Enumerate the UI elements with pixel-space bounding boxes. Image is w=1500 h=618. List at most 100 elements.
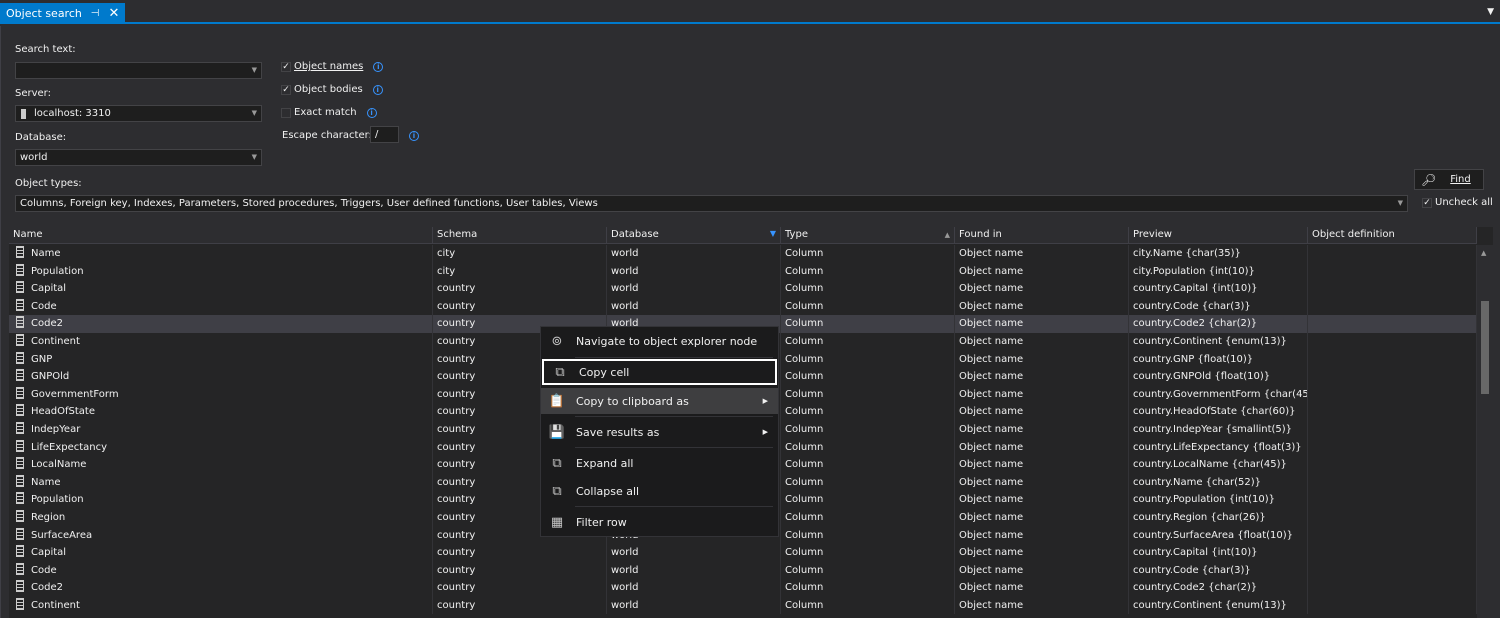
cell-found-in[interactable]: Object name — [955, 438, 1129, 457]
menu-item-expand-all[interactable]: ⧉ Expand all — [541, 450, 778, 476]
cell-preview[interactable]: country.Capital {int(10)} — [1129, 280, 1308, 298]
cell-name[interactable]: Code2 — [9, 579, 433, 597]
object-names-label[interactable]: Object names — [294, 61, 363, 72]
sort-ascending-icon[interactable]: ▲ — [945, 227, 950, 243]
cell-preview[interactable]: country.Population {int(10)} — [1129, 491, 1308, 509]
cell-preview[interactable]: city.Name {char(35)} — [1129, 245, 1308, 263]
info-icon[interactable]: i — [373, 61, 384, 72]
cell-preview[interactable]: country.Continent {enum(13)} — [1129, 596, 1308, 615]
cell-preview[interactable]: country.Code2 {char(2)} — [1129, 579, 1308, 597]
cell-preview[interactable]: country.Region {char(26)} — [1129, 508, 1308, 527]
exact-match-checkbox[interactable]: Exact match i — [281, 107, 377, 118]
cell-database[interactable]: world — [607, 561, 781, 580]
cell-name[interactable]: Capital — [9, 544, 433, 562]
cell-name[interactable]: HeadOfState — [9, 403, 433, 421]
cell-preview[interactable]: country.HeadOfState {char(60)} — [1129, 403, 1308, 421]
table-row[interactable]: Population city world Column Object name city… — [9, 262, 1477, 281]
column-header-preview[interactable]: Preview — [1129, 227, 1308, 244]
checkbox-box[interactable]: ✓ — [1422, 197, 1432, 208]
cell-type[interactable]: Column — [781, 245, 955, 263]
cell-type[interactable]: Column — [781, 315, 955, 333]
cell-object-definition[interactable] — [1308, 297, 1477, 316]
cell-database[interactable]: world — [607, 596, 781, 615]
column-header-database[interactable]: Database ▼ — [607, 227, 781, 244]
column-header-name[interactable]: Name — [9, 227, 433, 244]
info-icon[interactable]: i — [409, 131, 419, 141]
cell-preview[interactable]: country.SurfaceArea {float(10)} — [1129, 526, 1308, 545]
filter-icon[interactable]: ▼ — [770, 227, 776, 242]
cell-found-in[interactable]: Object name — [955, 579, 1129, 597]
cell-found-in[interactable]: Object name — [955, 473, 1129, 492]
checkbox-box[interactable]: ✓ — [281, 84, 291, 95]
cell-preview[interactable]: country.Code2 {char(2)} — [1129, 315, 1308, 333]
cell-name[interactable]: Code2 — [9, 315, 433, 333]
checkbox-box[interactable] — [281, 107, 291, 118]
cell-name[interactable]: Capital — [9, 280, 433, 298]
cell-object-definition[interactable] — [1308, 332, 1477, 351]
cell-name[interactable]: Continent — [9, 332, 433, 351]
cell-database[interactable]: world — [607, 297, 781, 316]
cell-found-in[interactable]: Object name — [955, 544, 1129, 562]
table-row[interactable]: Continent country world Column Object name co… — [9, 596, 1477, 615]
cell-type[interactable]: Column — [781, 561, 955, 580]
cell-object-definition[interactable] — [1308, 385, 1477, 404]
escape-character-input[interactable]: / — [370, 126, 399, 143]
cell-preview[interactable]: country.Continent {enum(13)} — [1129, 332, 1308, 351]
cell-type[interactable]: Column — [781, 579, 955, 597]
menu-item-save-results-as[interactable]: 💾 Save results as ▶ — [541, 419, 778, 445]
table-row[interactable]: Code2 country world Column Object name countr… — [9, 579, 1477, 597]
cell-object-definition[interactable] — [1308, 403, 1477, 421]
cell-object-definition[interactable] — [1308, 579, 1477, 597]
cell-object-definition[interactable] — [1308, 262, 1477, 281]
cell-found-in[interactable]: Object name — [955, 508, 1129, 527]
cell-found-in[interactable]: Object name — [955, 262, 1129, 281]
cell-found-in[interactable]: Object name — [955, 491, 1129, 509]
cell-preview[interactable]: country.GovernmentForm {char(45)} — [1129, 385, 1308, 404]
chevron-down-icon[interactable]: ▼ — [252, 109, 257, 117]
find-button[interactable]: 🔎︎ Find — [1414, 169, 1484, 190]
tab-object-search[interactable]: Object search ⊣ ✕ — [0, 3, 125, 24]
cell-preview[interactable]: country.Name {char(52)} — [1129, 473, 1308, 492]
info-icon[interactable]: i — [366, 107, 377, 118]
cell-name[interactable]: GNPOld — [9, 368, 433, 386]
cell-schema[interactable]: country — [433, 280, 607, 298]
cell-type[interactable]: Column — [781, 350, 955, 369]
cell-object-definition[interactable] — [1308, 420, 1477, 439]
cell-found-in[interactable]: Object name — [955, 297, 1129, 316]
cell-found-in[interactable]: Object name — [955, 385, 1129, 404]
cell-preview[interactable]: country.IndepYear {smallint(5)} — [1129, 420, 1308, 439]
cell-database[interactable]: world — [607, 262, 781, 281]
cell-type[interactable]: Column — [781, 544, 955, 562]
database-combo[interactable]: world ▼ — [15, 149, 262, 166]
object-names-checkbox[interactable]: ✓ Object names i — [281, 61, 384, 72]
cell-preview[interactable]: country.Capital {int(10)} — [1129, 544, 1308, 562]
cell-name[interactable]: Population — [9, 491, 433, 509]
cell-name[interactable]: Code — [9, 561, 433, 580]
cell-object-definition[interactable] — [1308, 491, 1477, 509]
info-icon[interactable]: i — [372, 84, 383, 95]
column-header-object-definition[interactable]: Object definition — [1308, 227, 1477, 244]
cell-type[interactable]: Column — [781, 508, 955, 527]
cell-found-in[interactable]: Object name — [955, 456, 1129, 474]
object-bodies-checkbox[interactable]: ✓ Object bodies i — [281, 84, 383, 95]
cell-preview[interactable]: country.GNPOld {float(10)} — [1129, 368, 1308, 386]
cell-object-definition[interactable] — [1308, 473, 1477, 492]
cell-type[interactable]: Column — [781, 596, 955, 615]
uncheck-all-label[interactable]: Uncheck all — [1435, 197, 1493, 208]
cell-schema[interactable]: country — [433, 596, 607, 615]
menu-item-filter-row[interactable]: ▦ Filter row — [541, 509, 778, 535]
cell-found-in[interactable]: Object name — [955, 420, 1129, 439]
cell-name[interactable]: LocalName — [9, 456, 433, 474]
table-row[interactable]: Code country world Column Object name country… — [9, 297, 1477, 316]
object-bodies-label[interactable]: Object bodies — [294, 84, 363, 95]
cell-preview[interactable]: country.Code {char(3)} — [1129, 561, 1308, 580]
cell-name[interactable]: IndepYear — [9, 420, 433, 439]
cell-name[interactable]: SurfaceArea — [9, 526, 433, 545]
cell-preview[interactable]: country.LocalName {char(45)} — [1129, 456, 1308, 474]
exact-match-label[interactable]: Exact match — [294, 107, 357, 118]
cell-object-definition[interactable] — [1308, 280, 1477, 298]
cell-schema[interactable]: country — [433, 579, 607, 597]
cell-name[interactable]: Name — [9, 245, 433, 263]
cell-object-definition[interactable] — [1308, 350, 1477, 369]
cell-object-definition[interactable] — [1308, 245, 1477, 263]
